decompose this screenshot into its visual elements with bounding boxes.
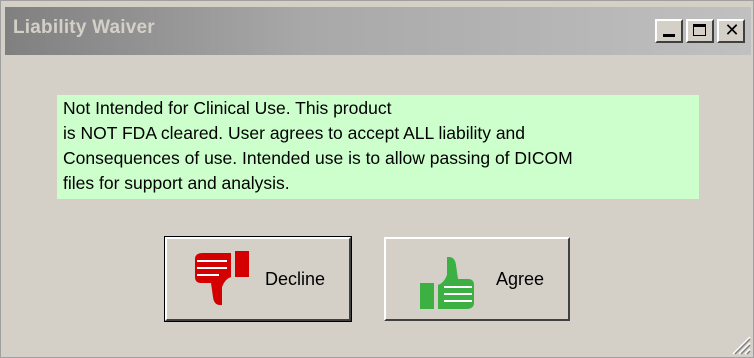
agree-button[interactable]: Agree [384, 237, 570, 321]
close-button[interactable]: ✕ [717, 19, 745, 43]
thumbs-down-icon [195, 251, 249, 305]
agree-label: Agree [496, 269, 545, 289]
notice-line: Consequences of use. Intended use is to … [63, 148, 573, 168]
minimize-button[interactable] [655, 19, 683, 43]
resize-grip-icon[interactable] [729, 333, 751, 355]
decline-button[interactable]: Decline [164, 236, 352, 322]
close-icon: ✕ [724, 20, 740, 41]
maximize-icon [693, 24, 706, 36]
decline-label: Decline [265, 269, 326, 289]
disclaimer-notice: Not Intended for Clinical Use. This prod… [57, 95, 699, 199]
notice-line: Not Intended for Clinical Use. This prod… [63, 98, 392, 118]
minimize-icon [663, 34, 675, 37]
window-title: Liability Waiver [13, 17, 155, 38]
notice-line: files for support and analysis. [63, 173, 290, 193]
maximize-button[interactable] [686, 19, 714, 43]
notice-line: is NOT FDA cleared. User agrees to accep… [63, 123, 526, 143]
thumbs-up-icon [420, 257, 474, 309]
liability-waiver-window: Liability Waiver ✕ Not Intended for Clin… [0, 0, 754, 358]
title-bar[interactable]: Liability Waiver ✕ [5, 7, 751, 55]
